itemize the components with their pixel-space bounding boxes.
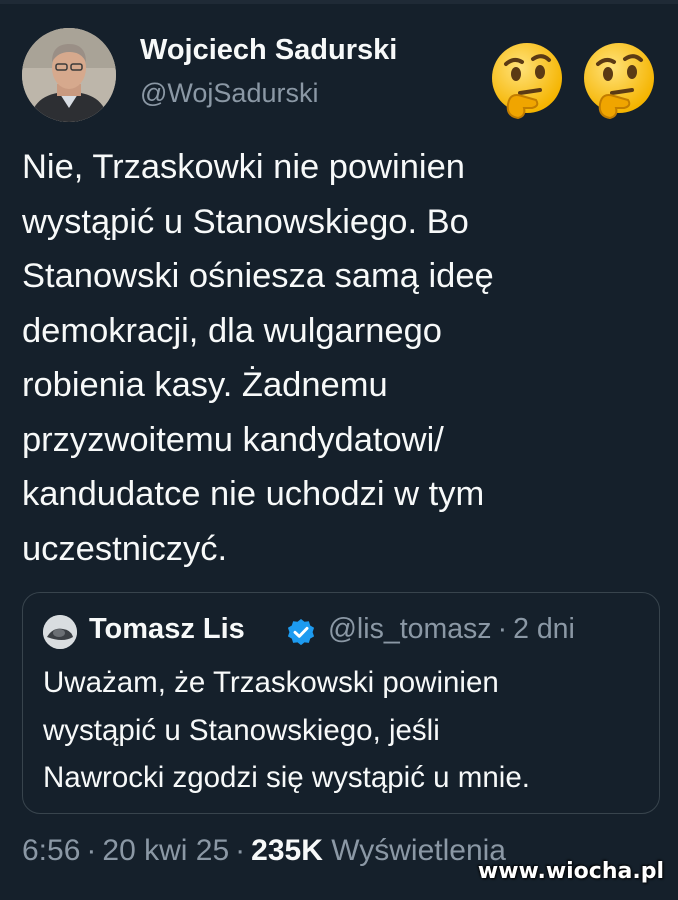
tweet-time[interactable]: 6:56 (22, 834, 80, 867)
tweet-line: kandudatce nie uchodzi w tym (22, 475, 485, 513)
quoted-meta: @lis_tomasz · 2 dni (328, 613, 575, 646)
quoted-tweet-text: Uważam, że Trzaskowski powinien wystąpić… (43, 659, 653, 802)
quoted-line: wystąpić u Stanowskiego, jeśli (43, 713, 440, 747)
tweet-line: demokracji, dla wulgarnego (22, 311, 442, 350)
author-handle[interactable]: @WojSadurski (140, 78, 318, 109)
tweet-header: Wojciech Sadurski @WojSadurski (22, 28, 662, 128)
top-divider (0, 0, 678, 4)
separator-dot: · (86, 834, 97, 867)
tweet-line: wystąpić u Stanowskiego. Bo (22, 202, 469, 241)
tweet-line: Stanowski ośniesza samą ideę (22, 257, 494, 295)
tweet-date[interactable]: 20 kwi 25 (102, 834, 229, 867)
separator-dot: · (235, 834, 246, 867)
quoted-line: Nawrocki zgodzi się wystąpić u mnie. (43, 761, 530, 794)
tweet-line: uczestniczyć. (22, 529, 228, 568)
thinking-face-icon (578, 40, 660, 122)
author-avatar[interactable] (22, 28, 116, 122)
tweet-text: Nie, Trzaskowki nie powinien wystąpić u … (22, 140, 662, 576)
quoted-tweet-card[interactable]: Tomasz Lis @lis_tomasz · 2 dni Uważam, że … (22, 592, 660, 814)
watermark: www.wiocha.pl (477, 859, 664, 884)
thinking-face-icon (486, 40, 568, 122)
quoted-author-avatar[interactable] (43, 615, 77, 649)
views-count: 235K (251, 834, 323, 867)
quoted-author-handle[interactable]: @lis_tomasz (328, 613, 492, 645)
verified-badge-icon (285, 617, 317, 649)
quoted-line: Uważam, że Trzaskowski powinien (43, 666, 499, 699)
tweet-line: robienia kasy. Żadnemu (22, 366, 388, 404)
tweet-line: przyzwoitemu kandydatowi/ (22, 420, 444, 459)
tweet-line: Nie, Trzaskowki nie powinien (22, 148, 465, 186)
quoted-author-name[interactable]: Tomasz Lis (89, 613, 245, 646)
author-name[interactable]: Wojciech Sadurski (140, 34, 397, 67)
separator-dot: · (497, 613, 508, 645)
tweet-footer: 6:56 · 20 kwi 25 · 235K Wyświetlenia (22, 834, 506, 868)
quoted-time[interactable]: 2 dni (513, 613, 575, 645)
